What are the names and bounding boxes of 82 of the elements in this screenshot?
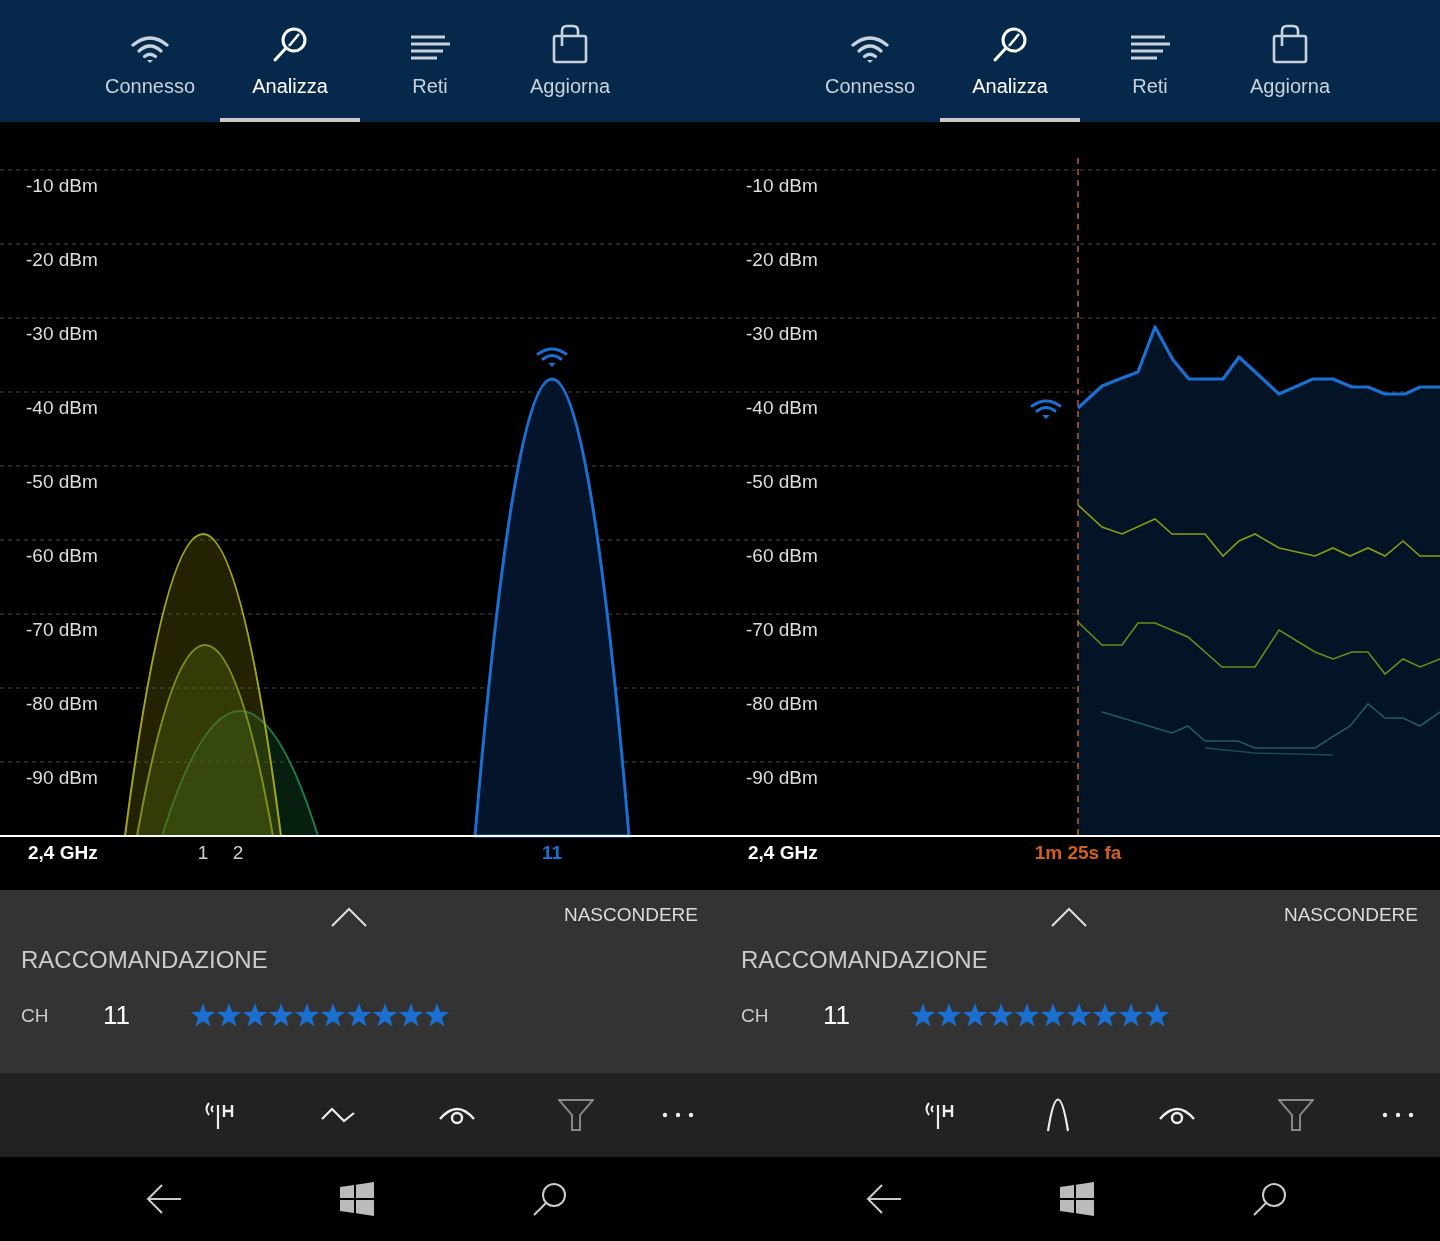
axis-label: -30 dBm [746, 323, 818, 344]
band-label: 2,4 GHz [748, 842, 818, 863]
windows-icon[interactable] [340, 1182, 374, 1216]
nav-tab[interactable]: Connesso [800, 0, 940, 122]
axis-label: -20 dBm [746, 249, 818, 270]
axis-label: -90 dBm [746, 767, 818, 788]
axis-label: -40 dBm [26, 397, 98, 418]
star-icon [268, 1002, 294, 1029]
channel-label: CH [741, 1004, 770, 1027]
axis-label: -50 dBm [26, 471, 98, 492]
star-icon [320, 1002, 346, 1029]
more-icon[interactable] [1382, 1112, 1414, 1118]
axis-label: 2 [232, 842, 244, 863]
star-icon [1144, 1002, 1170, 1029]
star-icon [398, 1002, 424, 1029]
star-icon [1040, 1002, 1066, 1029]
axis-label: -80 dBm [26, 693, 98, 714]
star-icon [242, 1002, 268, 1029]
star-icon [910, 1002, 936, 1029]
recommendation-title: RACCOMANDAZIONE [20, 945, 269, 975]
axis-label: -70 dBm [746, 619, 818, 640]
hide-button[interactable]: NASCONDERE [563, 904, 698, 926]
star-icon [1066, 1002, 1092, 1029]
windows-icon[interactable] [1060, 1182, 1094, 1216]
axis-label: -60 dBm [26, 545, 98, 566]
shopping-bag-icon [552, 24, 588, 64]
axis-label: -60 dBm [746, 545, 818, 566]
shopping-bag-icon [1272, 24, 1308, 64]
axis-label: -40 dBm [746, 397, 818, 418]
channel-number: 11 [103, 1000, 131, 1031]
nav-tab[interactable]: Analizza [940, 0, 1080, 122]
star-icon [424, 1002, 450, 1029]
star-icon [346, 1002, 372, 1029]
axis-label: -10 dBm [746, 175, 818, 196]
magnifier-icon [991, 26, 1029, 64]
nav-tab[interactable]: Aggiorna [500, 0, 640, 122]
nav-tab[interactable]: Reti [1080, 0, 1220, 122]
axis-label: -70 dBm [26, 619, 98, 640]
star-icon [988, 1002, 1014, 1029]
axis-label: -20 dBm [26, 249, 98, 270]
search-icon[interactable] [1252, 1181, 1288, 1217]
filter-icon[interactable] [1278, 1099, 1314, 1131]
axis-label: 1 [197, 842, 209, 863]
star-icon [190, 1002, 216, 1029]
star-icon [1014, 1002, 1040, 1029]
channel-label: CH [21, 1004, 50, 1027]
chevron-up-icon[interactable] [331, 907, 367, 927]
star-icon [372, 1002, 398, 1029]
nav-tab[interactable]: Aggiorna [1220, 0, 1360, 122]
recommendation-title: RACCOMANDAZIONE [740, 945, 989, 975]
star-icon [294, 1002, 320, 1029]
axis-label: -10 dBm [26, 175, 98, 196]
nav-tab[interactable]: Connesso [80, 0, 220, 122]
search-icon[interactable] [532, 1181, 568, 1217]
hide-button[interactable]: NASCONDERE [1283, 904, 1418, 926]
back-icon[interactable] [866, 1183, 902, 1215]
star-icon [1092, 1002, 1118, 1029]
filter-icon[interactable] [558, 1099, 594, 1131]
axis-label: 1m 25s fa [1034, 842, 1122, 863]
nav-tab[interactable]: Analizza [220, 0, 360, 122]
star-icon [936, 1002, 962, 1029]
wifi-icon [850, 34, 890, 64]
axis-label: -30 dBm [26, 323, 98, 344]
more-icon[interactable] [662, 1112, 694, 1118]
axis-label: 11 [541, 842, 563, 863]
axis-label: -50 dBm [746, 471, 818, 492]
star-icon [962, 1002, 988, 1029]
wifi-icon [130, 34, 170, 64]
channel-number: 11 [823, 1000, 851, 1031]
wifi-icon [536, 347, 568, 367]
chevron-up-icon[interactable] [1051, 907, 1087, 927]
parabola-icon[interactable] [1045, 1098, 1071, 1132]
nav-tab[interactable]: Reti [360, 0, 500, 122]
axis-label: -80 dBm [746, 693, 818, 714]
wifi-icon [1030, 399, 1062, 419]
back-icon[interactable] [146, 1183, 182, 1215]
magnifier-icon [271, 26, 309, 64]
star-icon [1118, 1002, 1144, 1029]
star-icon [216, 1002, 242, 1029]
zigzag-icon[interactable] [320, 1105, 356, 1125]
band-label: 2,4 GHz [28, 842, 98, 863]
axis-label: -90 dBm [26, 767, 98, 788]
